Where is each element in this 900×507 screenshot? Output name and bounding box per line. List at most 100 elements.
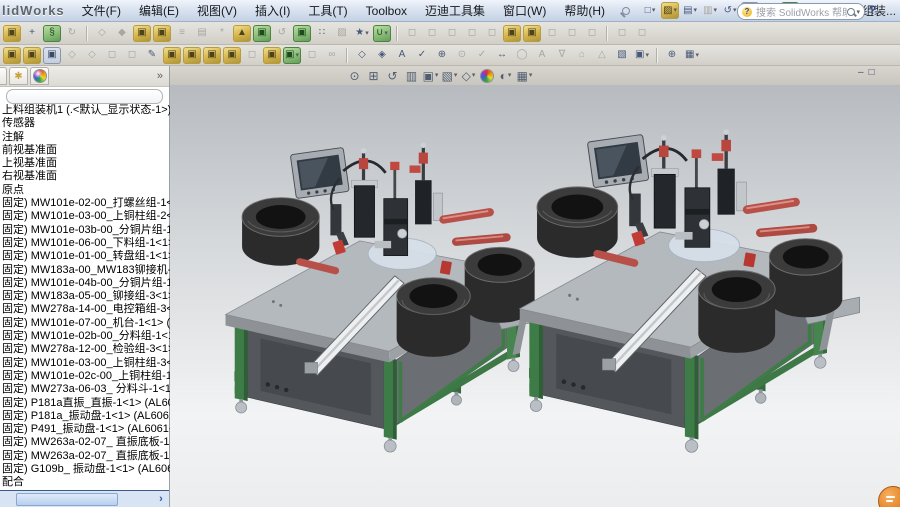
tree-item[interactable]: 固定) P491_振动盘-1<1> (AL6061+无色阳极	[2, 423, 170, 436]
displaymanager-tab[interactable]	[30, 67, 49, 85]
dropdown-arrow-icon[interactable]: ▾	[508, 72, 512, 79]
move-with-triad-icon[interactable]: ▣	[43, 46, 61, 64]
search-input[interactable]: 搜索 SolidWorks 帮助	[756, 4, 847, 19]
datum-tag-icon[interactable]: A	[533, 47, 551, 64]
dropdown-arrow-icon[interactable]: ▾	[652, 7, 656, 14]
tree-filter-input[interactable]	[6, 89, 163, 104]
tool-z-icon[interactable]: ◻	[303, 47, 321, 64]
sketch-icon[interactable]: ◇	[353, 47, 371, 64]
dropdown-arrow-icon[interactable]: ▾	[645, 52, 649, 59]
section-view-icon[interactable]: ▥	[403, 68, 420, 84]
zoom-to-fit-icon[interactable]: ⊙	[346, 68, 363, 84]
tree-item[interactable]: 固定) MW278a-14-00_电控箱组-3<1> ( )	[2, 303, 170, 316]
menu-工具(T)[interactable]: 工具(T)	[299, 0, 356, 21]
update-holders-icon[interactable]: ▣	[503, 24, 521, 42]
linear-component-pattern-icon[interactable]: ∷	[313, 25, 331, 42]
dropdown-arrow-icon[interactable]: ▾	[714, 7, 718, 14]
dropdown-arrow-icon[interactable]: ▾	[529, 72, 533, 79]
menu-Toolbox[interactable]: Toolbox	[357, 2, 416, 20]
graphics-viewport[interactable]	[170, 85, 900, 507]
menu-视图(V)[interactable]: 视图(V)	[188, 0, 246, 21]
tree-item[interactable]: 固定) G109b_ 振动盘-1<1> (AL6061+无色阳	[2, 463, 170, 476]
machine-model-right[interactable]	[517, 127, 862, 455]
shaded-sketch-icon[interactable]: ▧	[613, 47, 631, 64]
large-design-review-icon[interactable]: ▣ ▾	[283, 46, 301, 64]
dropdown-arrow-icon[interactable]: ▾	[733, 7, 737, 14]
component-outline-icon[interactable]: ◇	[83, 47, 101, 64]
assembly-visualization-icon[interactable]: ▣	[253, 24, 271, 42]
propertymanager-tab[interactable]: ✱	[9, 67, 28, 85]
tree-item[interactable]: 固定) MW101e-03-00_上铜柱组-3<1> ( )	[2, 357, 170, 370]
tree-item[interactable]: 注解	[2, 131, 170, 144]
new-motion-study-icon[interactable]: ◻	[403, 25, 421, 42]
search-dropdown-icon[interactable]: ▾	[856, 8, 860, 16]
dropdown-arrow-icon[interactable]: ▾	[674, 7, 678, 14]
dissolve-subassembly-icon[interactable]: ≡	[173, 25, 191, 42]
curves-icon[interactable]: ◻	[463, 25, 481, 42]
tree-item[interactable]: 固定) MW101e-03b-00_分铜片组-1<1> ( )	[2, 224, 170, 237]
external-tool-1-icon[interactable]: ◻	[613, 25, 631, 42]
help-search-box[interactable]: ? 搜索 SolidWorks 帮助 ▾	[737, 3, 865, 20]
tree-item[interactable]: 固定) MW101e-03-00_上铜柱组-2<1> ( )	[2, 210, 170, 223]
center-target-icon[interactable]: ⊕	[663, 47, 681, 64]
tool-y-icon[interactable]: ▣	[263, 46, 281, 64]
tree-item[interactable]: 固定) P181a_振动盘-1<1> (AL6061+无色阳	[2, 410, 170, 423]
machine-model-left[interactable]	[223, 140, 554, 454]
hyperlink-icon[interactable]: ∞	[323, 47, 341, 64]
hide-show-items-icon[interactable]: ◇ ▾	[460, 68, 477, 84]
weld-symbol-icon[interactable]: ⌂	[573, 47, 591, 64]
take-snapshot-icon[interactable]: ▣	[523, 24, 541, 42]
view-settings-icon[interactable]: ▦ ▾	[516, 68, 533, 84]
dropdown-arrow-icon[interactable]: ▾	[365, 30, 369, 37]
note-icon[interactable]: A	[393, 47, 411, 64]
smart-component-icon[interactable]: ▣	[163, 46, 181, 64]
panel-overflow-chevron[interactable]: »	[157, 70, 163, 82]
mirror-components-icon[interactable]: ▨	[333, 25, 351, 42]
dropdown-arrow-icon[interactable]: ▾	[472, 72, 476, 79]
tree-item[interactable]: 固定) MW263a-02-07_ 直振底板-1<2> (AL6	[2, 450, 170, 463]
tree-item[interactable]: 固定) MW101e-02c-00_上铜柱组-1<1> ( )	[2, 370, 170, 383]
menu-帮助(H)[interactable]: 帮助(H)	[555, 0, 614, 21]
interference-detection-icon[interactable]: ▲	[233, 24, 251, 42]
scrollbar-thumb[interactable]	[16, 493, 118, 506]
menu-文件(F)[interactable]: 文件(F)	[73, 0, 130, 21]
bill-of-materials-icon[interactable]: ▤	[193, 25, 211, 42]
view-orientation-icon[interactable]: ▣ ▾	[422, 68, 439, 84]
menu-窗口(W)[interactable]: 窗口(W)	[494, 0, 555, 21]
menu-编辑(E)[interactable]: 编辑(E)	[130, 0, 188, 21]
external-tool-2-icon[interactable]: ◻	[633, 25, 651, 42]
scrollbar-right-arrow-icon[interactable]: ›	[154, 492, 168, 505]
tree-item[interactable]: 固定) MW263a-02-07_ 直振底板-1<1> (AL6	[2, 436, 170, 449]
menu-pin-icon[interactable]	[620, 6, 631, 16]
display-style-icon[interactable]: ▧ ▾	[441, 68, 458, 84]
tree-item[interactable]: 固定) MW101e-04b-00_分铜片组-1<1> ( )	[2, 277, 170, 290]
menu-插入(I)[interactable]: 插入(I)	[246, 0, 299, 21]
apply-scene-icon[interactable]: ◐ ▾	[497, 68, 514, 84]
tree-item[interactable]: 固定) MW101e-01-00_转盘组-1<1> ( )	[2, 250, 170, 263]
hide-show-component-icon[interactable]: ◇	[93, 25, 111, 42]
rotate-component-icon[interactable]: ↻	[63, 25, 81, 42]
minimize-icon[interactable]: –	[858, 67, 869, 78]
dropdown-arrow-icon[interactable]: ▾	[454, 72, 458, 79]
tree-item[interactable]: 上料组装机1 (.<默认_显示状态-1>)	[2, 104, 170, 117]
no-external-references-icon[interactable]: ▣	[153, 24, 171, 42]
belt-chain-icon[interactable]: ∪ ▾	[373, 24, 391, 42]
tree-item[interactable]: 原点	[2, 184, 170, 197]
menu-迈迪工具集[interactable]: 迈迪工具集	[416, 0, 494, 21]
spell-checker-icon[interactable]: ✓	[413, 47, 431, 64]
previous-view-icon[interactable]: ↺	[384, 68, 401, 84]
tree-item[interactable]: 固定) MW101e-02-00_打螺丝组-1<1> ( )	[2, 197, 170, 210]
tree-horizontal-scrollbar[interactable]: ›	[0, 490, 169, 507]
insert-component-icon[interactable]: ▣	[3, 24, 21, 42]
dropdown-arrow-icon[interactable]: ▾	[384, 30, 388, 37]
tree-item[interactable]: 固定) MW183a-00_MW183铆接机-1<1> ( )	[2, 264, 170, 277]
tree-item[interactable]: 前视基准面	[2, 144, 170, 157]
reference-geometry-icon[interactable]: ◻	[443, 25, 461, 42]
search-magnifier-icon[interactable]	[847, 7, 856, 16]
assembly-features-icon[interactable]: ◻	[423, 25, 441, 42]
magnetic-mate-icon[interactable]: ▣	[23, 46, 41, 64]
zoom-to-area-icon[interactable]: ⊞	[365, 68, 382, 84]
envelope-icon[interactable]: ▣	[223, 46, 241, 64]
mate-icon[interactable]: §	[43, 24, 61, 42]
isolate-icon[interactable]: ◻	[563, 25, 581, 42]
